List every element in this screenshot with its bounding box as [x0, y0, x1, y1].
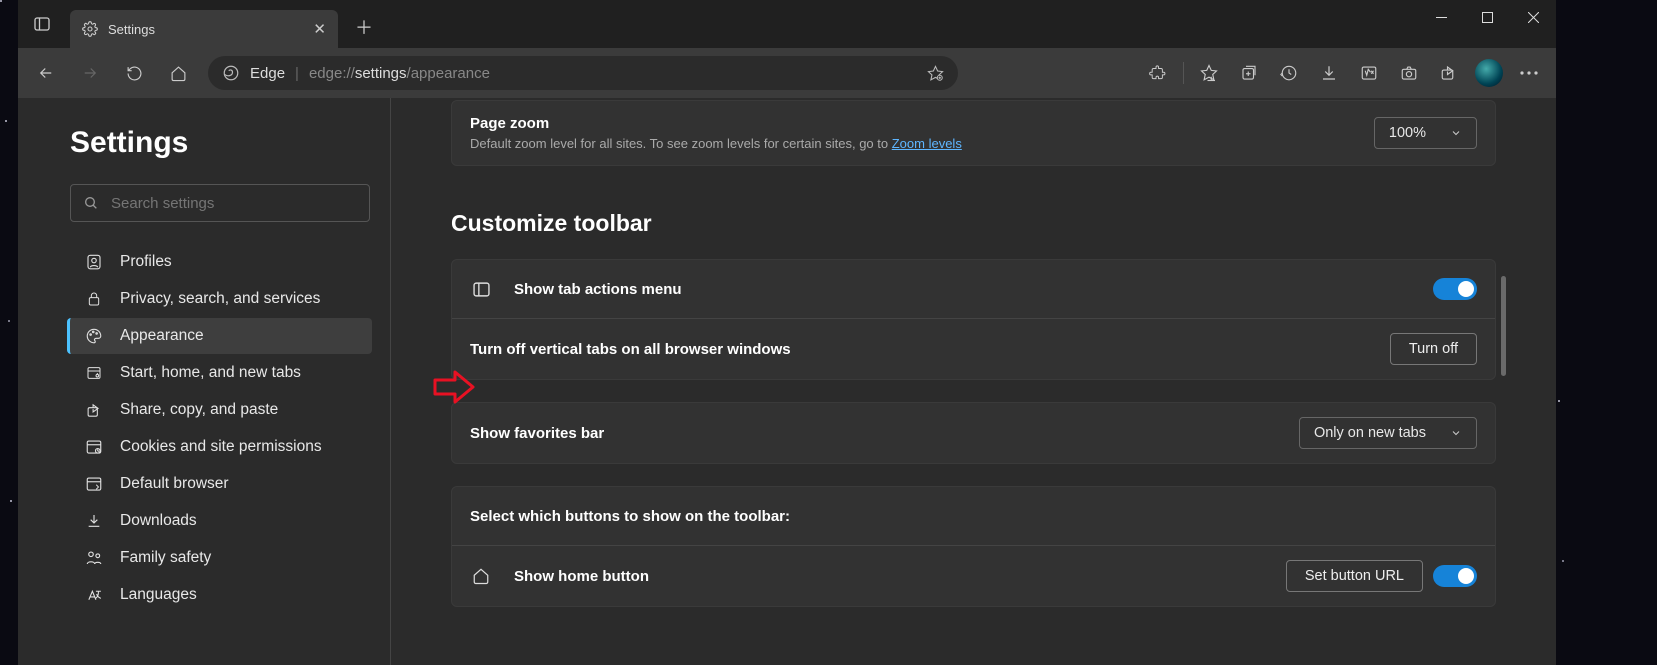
history-icon[interactable]	[1270, 53, 1308, 93]
vertical-tabs-row: Turn off vertical tabs on all browser wi…	[452, 318, 1495, 379]
tab-actions-row: Show tab actions menu	[452, 260, 1495, 318]
customize-toolbar-heading: Customize toolbar	[451, 210, 1496, 237]
window-controls	[1418, 0, 1556, 34]
browser-icon	[84, 475, 104, 493]
sidebar-item-family[interactable]: Family safety	[67, 540, 372, 576]
tab-title: Settings	[108, 22, 155, 37]
extensions-icon[interactable]	[1139, 53, 1177, 93]
back-button[interactable]	[26, 53, 66, 93]
minimize-button[interactable]	[1418, 0, 1464, 34]
browser-window: Settings ✕ ＋ Edge | edge://settings/appe…	[18, 0, 1556, 665]
settings-main: Page zoom Default zoom level for all sit…	[391, 98, 1556, 665]
scrollbar[interactable]	[1501, 276, 1506, 665]
gear-icon	[82, 21, 98, 37]
set-button-url-button[interactable]: Set button URL	[1286, 560, 1423, 592]
sidebar-item-downloads[interactable]: Downloads	[67, 503, 372, 539]
download-icon	[84, 513, 104, 529]
home-button-toggle[interactable]	[1433, 565, 1477, 587]
home-button[interactable]	[158, 53, 198, 93]
favorites-bar-card: Show favorites bar Only on new tabs	[451, 402, 1496, 464]
favorites-bar-dropdown[interactable]: Only on new tabs	[1299, 417, 1477, 449]
cookie-icon	[84, 438, 104, 456]
sidebar-item-start[interactable]: Start, home, and new tabs	[67, 355, 372, 391]
turn-off-vertical-tabs-button[interactable]: Turn off	[1390, 333, 1477, 365]
refresh-button[interactable]	[114, 53, 154, 93]
search-icon	[83, 195, 99, 211]
search-settings[interactable]	[70, 184, 370, 222]
address-label: Edge	[250, 65, 285, 82]
tab-options-card: Show tab actions menu Turn off vertical …	[451, 259, 1496, 380]
sidebar-title: Settings	[70, 126, 372, 160]
chevron-down-icon	[1450, 127, 1462, 139]
zoom-levels-link[interactable]: Zoom levels	[892, 136, 962, 151]
more-menu-icon[interactable]	[1510, 53, 1548, 93]
address-url: edge://settings/appearance	[309, 65, 490, 82]
new-tab-button[interactable]: ＋	[344, 7, 384, 47]
sidebar-item-cookies[interactable]: Cookies and site permissions	[67, 429, 372, 465]
browser-tab[interactable]: Settings ✕	[70, 10, 338, 48]
sidebar-item-privacy[interactable]: Privacy, search, and services	[67, 281, 372, 317]
favorites-icon[interactable]	[1190, 53, 1228, 93]
close-window-button[interactable]	[1510, 0, 1556, 34]
profile-avatar[interactable]	[1470, 53, 1508, 93]
settings-sidebar: Settings Profiles Privacy, search, and s…	[18, 98, 390, 665]
sidebar-item-share[interactable]: Share, copy, and paste	[67, 392, 372, 428]
sidebar-item-appearance[interactable]: Appearance	[67, 318, 372, 354]
home-icon	[470, 567, 492, 585]
share-icon[interactable]	[1430, 53, 1468, 93]
sidebar-nav: Profiles Privacy, search, and services A…	[70, 244, 372, 613]
sidebar-item-default-browser[interactable]: Default browser	[67, 466, 372, 502]
page-zoom-title: Page zoom	[470, 115, 962, 132]
lock-icon	[84, 291, 104, 307]
math-solver-icon[interactable]	[1350, 53, 1388, 93]
profile-icon	[84, 253, 104, 271]
collections-icon[interactable]	[1230, 53, 1268, 93]
family-icon	[84, 549, 104, 567]
settings-content: Settings Profiles Privacy, search, and s…	[18, 98, 1556, 665]
tab-actions-toggle[interactable]	[1433, 278, 1477, 300]
edge-logo-icon	[222, 64, 240, 82]
home-button-row: Show home button Set button URL	[452, 545, 1495, 606]
titlebar: Settings ✕ ＋	[18, 0, 1556, 48]
window-icon	[84, 365, 104, 381]
screenshot-icon[interactable]	[1390, 53, 1428, 93]
vertical-tabs-button[interactable]	[18, 0, 66, 48]
close-tab-icon[interactable]: ✕	[313, 20, 326, 38]
tab-actions-icon	[470, 281, 492, 298]
page-zoom-card: Page zoom Default zoom level for all sit…	[451, 100, 1496, 166]
palette-icon	[84, 327, 104, 345]
page-zoom-dropdown[interactable]: 100%	[1374, 117, 1477, 149]
search-input[interactable]	[111, 195, 357, 212]
toolbar-buttons-card: Select which buttons to show on the tool…	[451, 486, 1496, 607]
page-zoom-sub: Default zoom level for all sites. To see…	[470, 136, 962, 151]
downloads-icon[interactable]	[1310, 53, 1348, 93]
share-arrow-icon	[84, 402, 104, 419]
address-bar[interactable]: Edge | edge://settings/appearance	[208, 56, 958, 90]
chevron-down-icon	[1450, 427, 1462, 439]
favorite-star-icon[interactable]	[927, 65, 944, 82]
sidebar-item-profiles[interactable]: Profiles	[67, 244, 372, 280]
sidebar-item-languages[interactable]: Languages	[67, 577, 372, 613]
forward-button[interactable]	[70, 53, 110, 93]
toolbar-right	[1139, 53, 1548, 93]
maximize-button[interactable]	[1464, 0, 1510, 34]
browser-toolbar: Edge | edge://settings/appearance	[18, 48, 1556, 98]
language-icon	[84, 587, 104, 604]
